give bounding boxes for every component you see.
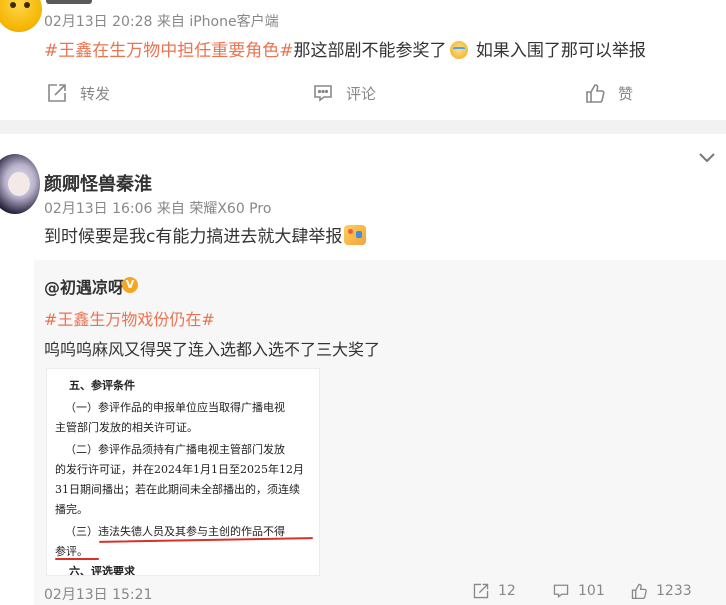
doc-line: 31日期间播出；若在此期间未全部播出的，须连续 — [55, 483, 300, 496]
username[interactable]: 颜卿怪兽秦淮 — [44, 170, 152, 196]
hashtag-link[interactable]: #王鑫在生万物中担任重要角色# — [44, 41, 294, 61]
section-divider — [0, 120, 726, 134]
crying-emoji-icon — [449, 41, 468, 59]
avatar-eye — [10, 2, 16, 8]
repost-icon — [46, 82, 68, 104]
post-meta: 02月13日 20:28 来自 iPhone客户端 — [44, 14, 279, 30]
reposted-content[interactable]: @初遇凉呀 V #王鑫生万物戏份仍在# 呜呜呜麻风又得哭了连入选都入选不了三大奖… — [34, 260, 726, 605]
weibo-post-2: 颜卿怪兽秦淮 02月13日 16:06 来自 荣耀X60 Pro 到时候要是我c… — [0, 134, 726, 605]
like-button[interactable]: 赞 — [584, 82, 633, 104]
repost-count: 12 — [498, 583, 516, 599]
post-text: 到时候要是我c有能力搞进去就大肆举报 — [44, 222, 367, 247]
comment-icon — [553, 584, 569, 599]
post-text-part: 那这部剧不能参奖了 — [293, 41, 447, 61]
like-label: 赞 — [618, 84, 634, 103]
verified-badge-icon: V — [122, 277, 138, 293]
chevron-down-icon[interactable] — [698, 152, 716, 164]
avatar-eye — [24, 2, 30, 8]
post-meta: 02月13日 16:06 来自 荣耀X60 Pro — [44, 201, 272, 217]
repost-footer: 02月13日 15:21 12 101 1233 — [0, 580, 726, 605]
hashtag-link[interactable]: #王鑫生万物戏份仍在# — [44, 306, 215, 330]
weibo-post-1: 02月13日 20:28 来自 iPhone客户端 #王鑫在生万物中担任重要角色… — [0, 0, 726, 120]
doc-line: （二）参评作品须持有广播电视主管部门发放 — [65, 443, 285, 456]
post-text-part: 到时候要是我c有能力搞进去就大肆举报 — [44, 227, 343, 247]
repost-count-button[interactable]: 12 — [472, 582, 516, 600]
attached-document-image[interactable]: 五、参评条件 （一）参评作品的申报单位应当取得广播电视 主管部门发放的相关许可证… — [46, 368, 320, 576]
doc-line: 播完。 — [55, 503, 88, 516]
comment-count-button[interactable]: 101 — [552, 582, 605, 600]
thumbs-up-icon — [584, 82, 606, 104]
repost-text: 呜呜呜麻风又得哭了连入选都入选不了三大奖了 — [44, 340, 381, 359]
doc-line: （一）参评作品的申报单位应当取得广播电视 — [65, 401, 285, 414]
repost-author[interactable]: @初遇凉呀 — [44, 274, 124, 298]
repost-time: 02月13日 15:21 — [44, 587, 153, 603]
post-text-part: 如果入围了那可以举报 — [470, 41, 646, 61]
comment-icon — [312, 82, 334, 104]
doc-line: 的发行许可证，并在2024年1月1日至2025年12月 — [55, 463, 304, 476]
avatar[interactable] — [0, 0, 42, 32]
doc-line: 五、参评条件 — [69, 379, 135, 392]
doc-line: 主管部门发放的相关许可证。 — [55, 421, 198, 434]
like-count-button[interactable]: 1233 — [630, 582, 692, 600]
post-text: #王鑫在生万物中担任重要角色#那这部剧不能参奖了 如果入围了那可以举报 — [44, 36, 646, 61]
red-underline — [55, 558, 99, 560]
comment-button[interactable]: 评论 — [312, 82, 376, 104]
doc-line: 参评。 — [55, 545, 88, 558]
repost-button[interactable]: 转发 — [46, 82, 110, 104]
repost-label: 转发 — [80, 84, 111, 103]
doc-line: 六、评选要求 — [69, 565, 135, 576]
gift-emoji-icon — [344, 225, 367, 245]
avatar[interactable] — [0, 154, 40, 214]
doc-line: （三）违法失德人员及其参与主创的作品不得 — [65, 525, 285, 538]
comment-count: 101 — [578, 583, 605, 599]
username-cropped[interactable] — [46, 0, 92, 4]
thumbs-up-icon — [631, 583, 647, 600]
like-count: 1233 — [656, 583, 692, 599]
comment-label: 评论 — [346, 84, 377, 103]
repost-icon — [473, 583, 489, 599]
